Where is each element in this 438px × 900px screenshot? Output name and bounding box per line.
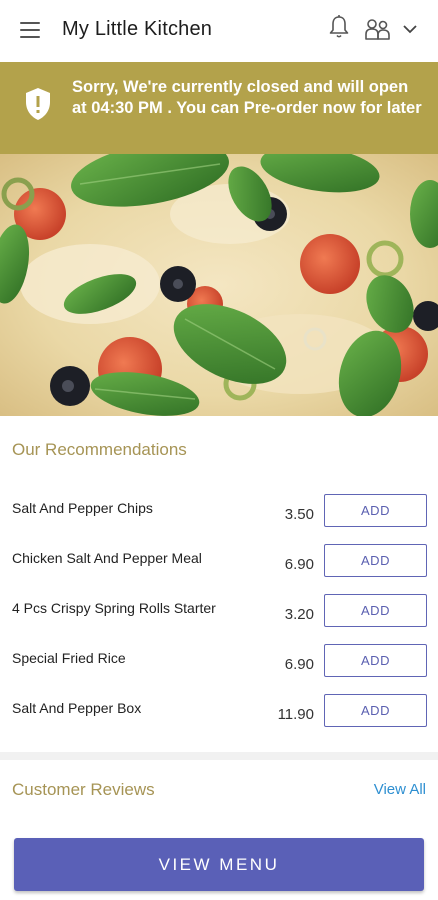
menu-item-name: Special Fried Rice <box>12 650 126 666</box>
add-button[interactable]: ADD <box>324 494 427 527</box>
add-button[interactable]: ADD <box>324 594 427 627</box>
add-button[interactable]: ADD <box>324 694 427 727</box>
app-title: My Little Kitchen <box>62 18 213 40</box>
view-menu-button[interactable]: VIEW MENU <box>14 838 424 891</box>
profile-icon[interactable] <box>363 17 393 43</box>
menu-icon[interactable] <box>20 22 40 38</box>
bell-icon[interactable] <box>327 14 351 40</box>
menu-item-price: 11.90 <box>277 706 314 723</box>
menu-item: Chicken Salt And Pepper Meal 6.90 ADD <box>0 544 438 600</box>
section-divider <box>0 752 438 760</box>
add-button[interactable]: ADD <box>324 544 427 577</box>
pizza-image <box>0 154 438 416</box>
menu-item: 4 Pcs Crispy Spring Rolls Starter 3.20 A… <box>0 594 438 650</box>
recommendations-title: Our Recommendations <box>12 440 187 459</box>
menu-item-name: 4 Pcs Crispy Spring Rolls Starter <box>12 600 216 616</box>
app-bar: My Little Kitchen <box>0 0 438 62</box>
reviews-title: Customer Reviews <box>12 780 155 799</box>
menu-item-name: Salt And Pepper Chips <box>12 500 153 516</box>
add-button[interactable]: ADD <box>324 644 427 677</box>
recommendations-section: Our Recommendations Salt And Pepper Chip… <box>0 416 438 752</box>
menu-item-name: Chicken Salt And Pepper Meal <box>12 550 202 566</box>
menu-item-price: 6.90 <box>284 656 314 673</box>
menu-item: Salt And Pepper Box 11.90 ADD <box>0 694 438 750</box>
chevron-down-icon[interactable] <box>402 22 418 36</box>
menu-item: Salt And Pepper Chips 3.50 ADD <box>0 494 438 550</box>
menu-item-price: 3.20 <box>284 606 314 623</box>
shield-alert-icon <box>26 88 50 120</box>
view-all-link[interactable]: View All <box>374 781 426 798</box>
menu-item-name: Salt And Pepper Box <box>12 700 142 716</box>
menu-item: Special Fried Rice 6.90 ADD <box>0 644 438 700</box>
closed-message: Sorry, We're currently closed and will o… <box>72 78 422 117</box>
menu-item-price: 6.90 <box>284 556 314 573</box>
menu-item-price: 3.50 <box>284 506 314 523</box>
closed-banner: Sorry, We're currently closed and will o… <box>0 62 438 154</box>
